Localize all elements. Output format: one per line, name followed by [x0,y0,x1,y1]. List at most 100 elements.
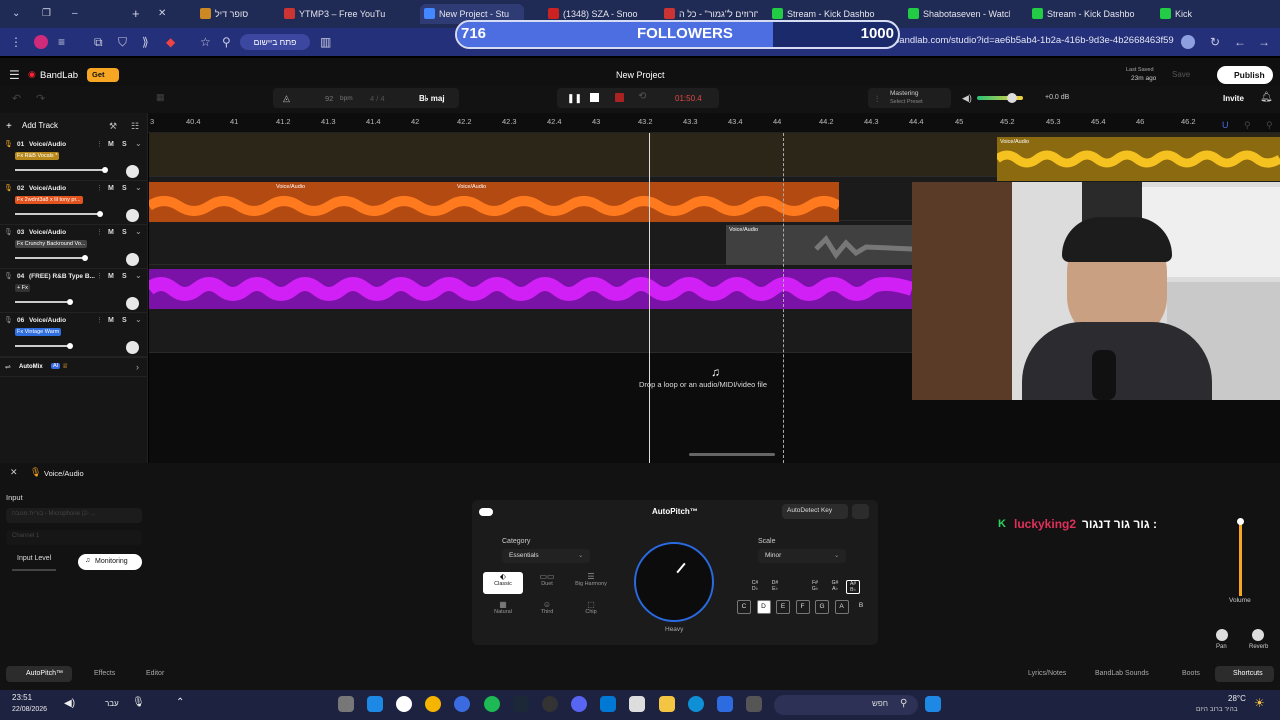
record-arm-icon[interactable]: 🎙︎ [4,228,13,236]
browser-tab[interactable]: Kick [1156,4,1266,24]
track-pan-knob[interactable] [126,209,139,222]
chevron-right-icon[interactable]: › [136,362,139,372]
track-volume-thumb[interactable] [82,255,88,261]
track-volume-slider[interactable] [15,301,70,303]
tab-lyrics-notes[interactable]: Lyrics/Notes [1028,670,1066,677]
track-pan-knob[interactable] [126,253,139,266]
language-indicator[interactable]: עבר [105,699,119,708]
taskbar-search[interactable]: חפש ⚲ [774,695,918,715]
shield-icon[interactable]: ⛉ [118,34,127,50]
track-name[interactable]: Voice/Audio [29,317,66,324]
more-dots-icon[interactable]: ⋮ [96,228,103,236]
track-fx-badge[interactable]: Fx Vintage Warm [15,328,62,336]
track-fx-badge[interactable]: Fx 2wdnt3a8 x lil tony pr... [15,196,83,204]
url-field[interactable]: bandlab.com/studio?id=ae6b5ab4-1b2a-416b… [894,35,1174,46]
chevron-down-icon[interactable]: ⌄ [135,315,142,324]
sharp-key-button[interactable]: A# B♭ [846,580,860,594]
track-volume-thumb[interactable] [97,211,103,217]
mute-button[interactable]: M [108,229,114,236]
hamburger-menu-icon[interactable]: ☰ [9,68,20,82]
track-name[interactable]: 02 [17,185,24,192]
track-header[interactable]: 🎙︎ 03 Voice/Audio Fx Crunchy Backround Vo..… [0,225,148,269]
track-header[interactable]: 🎙︎ 04 (FREE) R&B Type B... + Fx ⋮ M S ⌄ [0,269,148,313]
timeline-ruler[interactable] [148,113,1280,133]
category-button[interactable]: ▦ Natural [483,600,523,622]
extension-red-icon[interactable]: ◆ [166,34,175,50]
sidebar-icon[interactable]: ▥ [320,34,331,50]
category-button[interactable]: ⬖ Classic [483,572,523,594]
mute-button[interactable]: M [108,185,114,192]
close-icon[interactable]: ✕ [158,4,166,24]
chevron-down-icon[interactable]: ⌄ [135,271,142,280]
track-volume-slider[interactable] [15,213,100,215]
mic-icon[interactable] [1181,35,1195,49]
track-name[interactable]: 03 [17,229,24,236]
steam-app-icon[interactable] [513,696,529,712]
tab-effects[interactable]: Effects [94,670,115,677]
tool-icon[interactable]: ⚒ [109,121,117,132]
list-icon[interactable]: ☷ [131,121,139,132]
settings-sliders-icon[interactable] [852,504,869,519]
category-button[interactable]: ☰ Big Harmony [571,572,611,594]
tab-bandlab-sounds[interactable]: BandLab Sounds [1095,670,1149,677]
tempo-value[interactable]: 92 [325,94,333,103]
record-arm-icon[interactable]: 🎙︎ [4,272,13,280]
category-button[interactable]: ☺ Third [527,600,567,622]
tab-editor[interactable]: Editor [146,670,164,677]
speaker-icon[interactable]: ◀) [962,93,972,104]
track-volume-thumb[interactable] [67,343,73,349]
key-button[interactable]: G [815,600,829,614]
track-name[interactable]: 06 [17,317,24,324]
publish-button[interactable]: Publish [1217,66,1273,84]
notification-bell-icon[interactable]: 🔔︎ [1260,92,1273,103]
temperature[interactable]: 28°C [1228,694,1246,703]
horizontal-scrollbar[interactable] [689,453,775,456]
clock-time[interactable]: 23:51 [12,693,32,702]
track-fx-badge[interactable]: Fx Crunchy Backround Vo... [15,240,88,248]
tab-autopitch[interactable]: AutoPitch™ [6,666,72,682]
key-button[interactable]: D [756,600,771,614]
chevron-up-icon[interactable]: ⌃ [176,697,184,708]
track-volume-thumb[interactable] [102,167,108,173]
restore-window-icon[interactable]: ❐ [42,4,51,24]
loop-marker[interactable] [783,133,784,463]
reading-list-icon[interactable]: ≡ [58,34,65,50]
extensions-icon[interactable]: ⧉ [94,34,103,50]
track-name[interactable]: Voice/Audio [29,141,66,148]
solo-button[interactable]: S [122,229,127,236]
master-volume-thumb[interactable] [1007,93,1017,103]
track-fx-badge[interactable]: Fx R&B Vocals * [15,152,60,160]
autodetect-key-button[interactable]: AutoDetect Key [782,504,848,519]
track-name[interactable]: Voice/Audio [29,229,66,236]
key-button[interactable]: B [854,600,868,614]
sharp-key-button[interactable]: D# E♭ [768,580,782,594]
extension-icon[interactable]: ⟫ [142,34,149,50]
back-icon[interactable]: ← [1234,34,1246,50]
stop-icon[interactable] [590,93,599,102]
start-button-icon[interactable] [925,696,941,712]
scale-select[interactable]: Minor ⌄ [758,549,846,563]
playhead[interactable] [649,133,650,463]
add-icon[interactable]: + [6,121,12,132]
volume-icon[interactable]: ◀) [64,698,75,709]
edge-app-icon[interactable] [688,696,704,712]
reload-icon[interactable]: ↻ [1210,34,1220,50]
key-button[interactable]: F [795,600,810,614]
notepad-app-icon[interactable] [367,696,383,712]
zoom-icon[interactable]: ⚲ [222,34,231,50]
discord-app-icon[interactable] [571,696,587,712]
key-button[interactable]: A [834,600,849,614]
category-button[interactable]: ▭▭ Duet [527,572,567,594]
chrome-app-icon[interactable] [425,696,441,712]
category-button[interactable]: ⬚ Chip [571,600,611,622]
browser-tab[interactable]: YTMP3 – Free YouTu [280,4,398,24]
more-dots-icon[interactable]: ⋮ [96,140,103,148]
record-arm-icon[interactable]: 🎙︎ [4,184,13,192]
key-value[interactable]: B♭ maj [419,94,445,103]
more-dots-icon[interactable]: ⋮ [96,316,103,324]
forward-icon[interactable]: → [1258,34,1270,50]
grid-icon[interactable]: ▦ [156,92,165,103]
bookmark-star-icon[interactable]: ☆ [200,34,211,50]
sharp-key-button[interactable]: F# G♭ [808,580,822,594]
store-app-icon[interactable] [629,696,645,712]
